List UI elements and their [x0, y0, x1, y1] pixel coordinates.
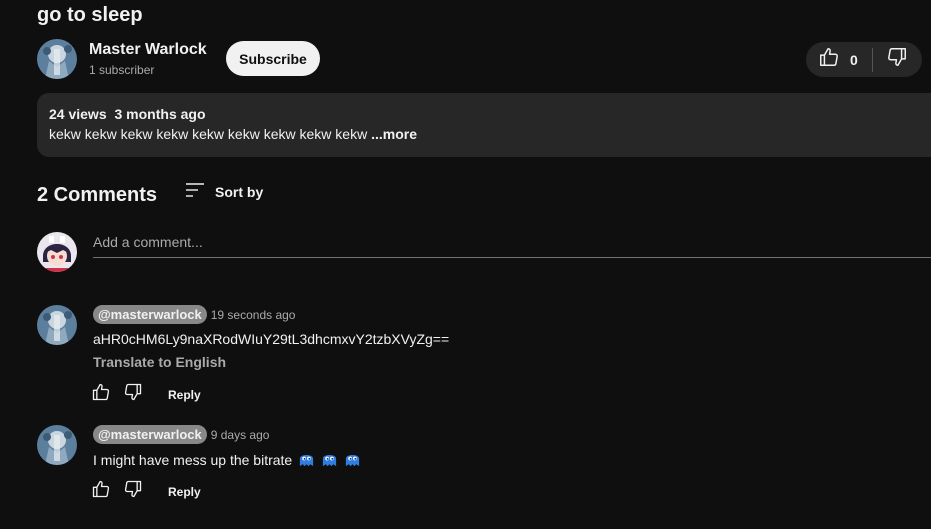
comment-like-button[interactable]	[91, 479, 111, 504]
comment-actions: Reply	[91, 382, 201, 407]
comment-dislike-button[interactable]	[123, 479, 143, 504]
comment-time[interactable]: 9 days ago	[211, 428, 270, 442]
comments-count: 2 Comments	[37, 184, 158, 206]
blue-ghost-emoji	[298, 451, 315, 471]
comment-avatar[interactable]	[37, 305, 77, 345]
thumbs-down-icon	[123, 479, 143, 504]
view-count: 24 views	[49, 106, 107, 122]
dislike-button[interactable]	[873, 42, 908, 77]
comment-header: @masterwarlock 19 seconds ago	[93, 305, 295, 324]
user-avatar	[37, 232, 77, 272]
sort-by-button[interactable]: Sort by	[185, 182, 263, 201]
comment-body: I might have mess up the bitrate	[93, 452, 293, 468]
blue-ghost-emoji	[344, 451, 361, 471]
like-button[interactable]: 0	[806, 42, 872, 77]
thumbs-up-icon	[91, 479, 111, 504]
thumbs-up-icon	[818, 46, 840, 73]
comment-actions: Reply	[91, 479, 201, 504]
sort-by-label: Sort by	[215, 183, 264, 200]
comment-avatar[interactable]	[37, 425, 77, 465]
comment-text: I might have mess up the bitrate	[93, 451, 361, 471]
upload-date: 3 months ago	[114, 106, 206, 122]
channel-name[interactable]: Master Warlock	[89, 41, 207, 59]
comment-dislike-button[interactable]	[123, 382, 143, 407]
comment-header: @masterwarlock 9 days ago	[93, 425, 269, 444]
description-body: kekw kekw kekw kekw kekw kekw kekw kekw …	[49, 126, 368, 142]
thumbs-down-icon	[886, 46, 908, 73]
thumbs-down-icon	[123, 382, 143, 407]
comment-like-button[interactable]	[91, 382, 111, 407]
subscribe-button[interactable]: Subscribe	[226, 41, 320, 76]
sort-lines-icon	[185, 182, 215, 201]
more-button[interactable]: ...more	[371, 126, 417, 142]
video-title: go to sleep	[37, 4, 143, 26]
translate-button[interactable]: Translate to English	[93, 354, 226, 370]
subscriber-count: 1 subscriber	[89, 63, 155, 77]
description-meta: 24 views 3 months ago	[49, 106, 210, 122]
like-count: 0	[850, 51, 858, 68]
comment-text: aHR0cHM6Ly9naXRodWIuY29tL3dhcmxvY2tzbXVy…	[93, 331, 450, 347]
comment-author-handle[interactable]: @masterwarlock	[93, 305, 207, 324]
reply-button[interactable]: Reply	[168, 388, 201, 402]
channel-avatar[interactable]	[37, 39, 77, 79]
description-text: kekw kekw kekw kekw kekw kekw kekw kekw …	[49, 126, 417, 142]
add-comment-input[interactable]: Add a comment...	[93, 234, 931, 258]
like-dislike-bar: 0	[806, 42, 922, 77]
blue-ghost-emoji	[321, 451, 338, 471]
comment-author-handle[interactable]: @masterwarlock	[93, 425, 207, 444]
thumbs-up-icon	[91, 382, 111, 407]
description-box[interactable]: 24 views 3 months ago kekw kekw kekw kek…	[37, 93, 931, 157]
comment-time[interactable]: 19 seconds ago	[211, 308, 296, 322]
reply-button[interactable]: Reply	[168, 485, 201, 499]
